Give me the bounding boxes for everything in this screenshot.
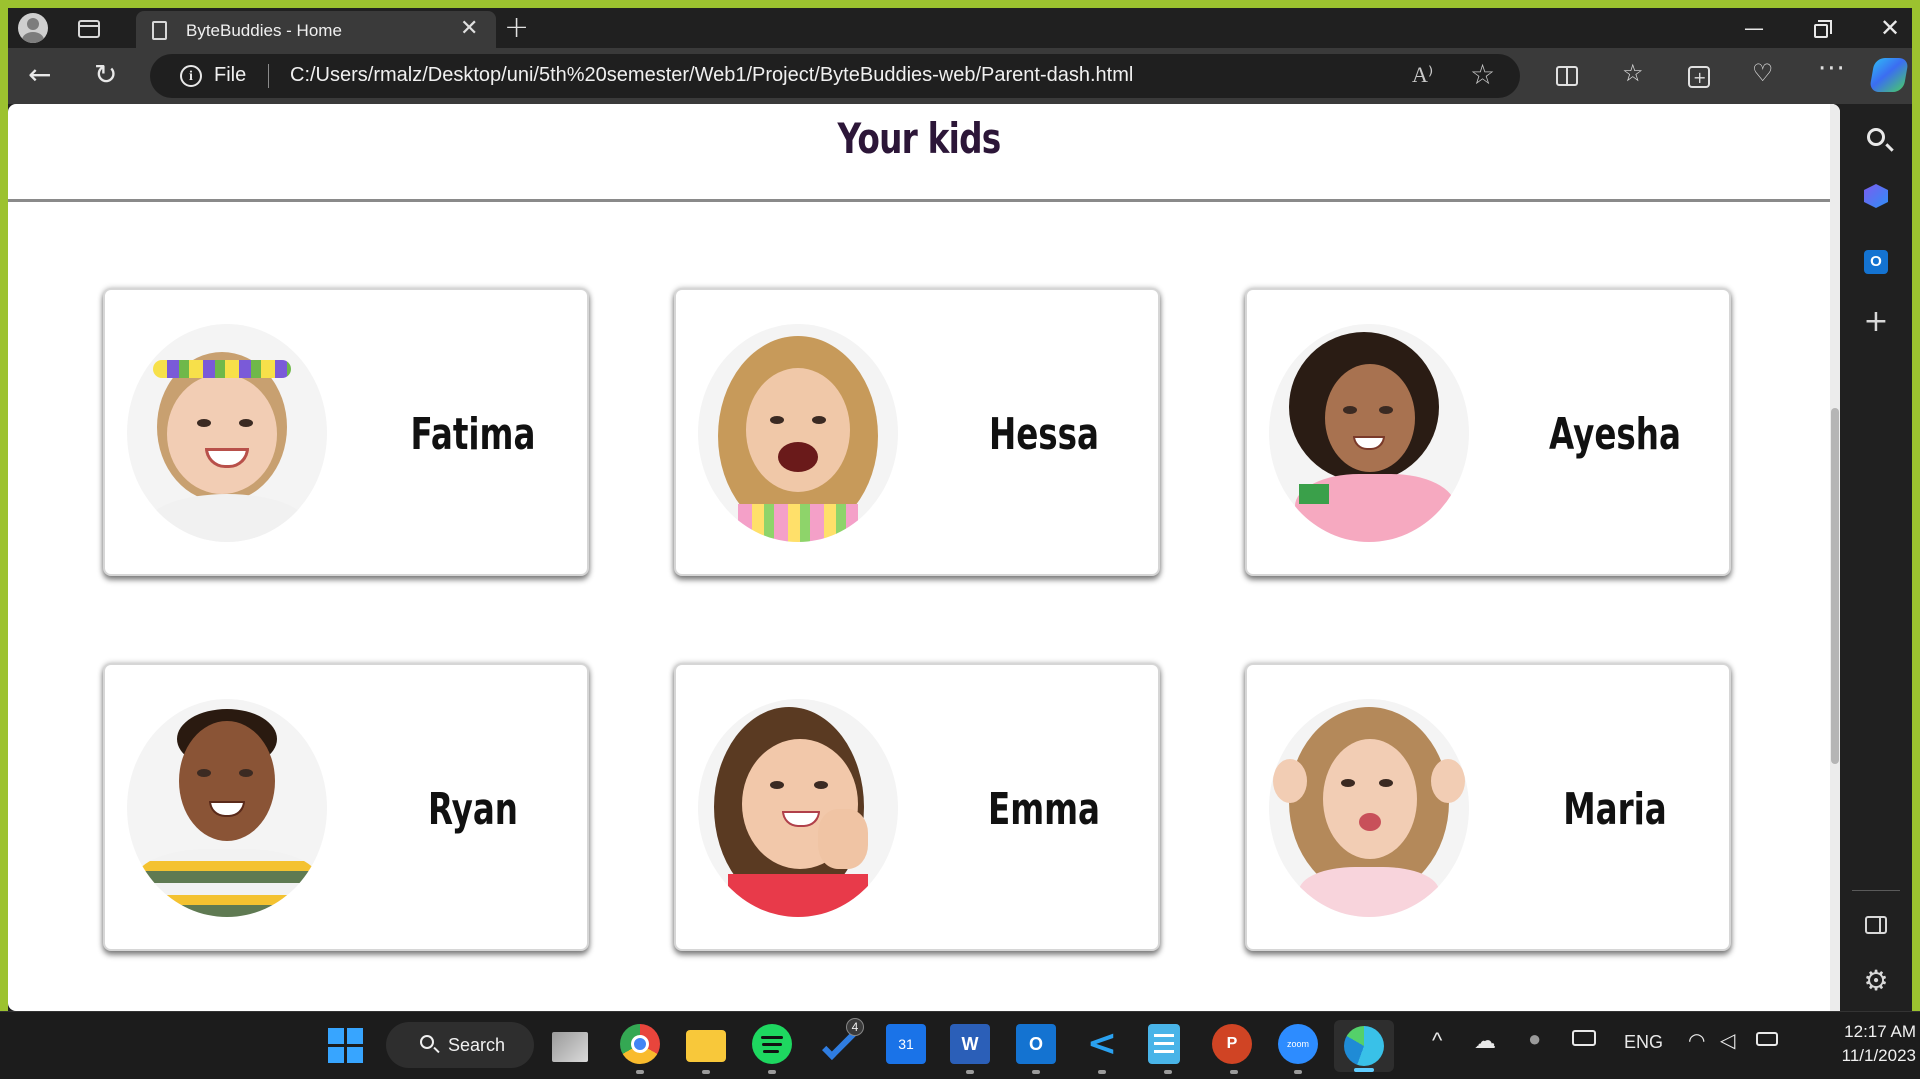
page-viewport: Your kids Fatima Hessa Ayesha Ryan Emma … xyxy=(8,104,1840,1011)
tab-actions-icon[interactable] xyxy=(78,20,100,38)
spotify-icon[interactable] xyxy=(752,1024,792,1064)
kid-name: Maria xyxy=(1563,783,1667,835)
task-view-icon[interactable] xyxy=(552,1032,588,1062)
running-indicator xyxy=(1164,1070,1172,1074)
onedrive-cloud-icon[interactable]: ☁ xyxy=(1474,1028,1496,1054)
taskbar-search[interactable]: Search xyxy=(386,1022,534,1068)
taskbar: Search 4 31 W O < P zoom ^ ☁ ● ENG ◠ ◁ 1… xyxy=(0,1011,1920,1079)
kid-photo xyxy=(1269,324,1469,542)
tab-bytebuddies-home[interactable]: ByteBuddies - Home ✕ xyxy=(136,11,496,48)
windows-start-icon[interactable] xyxy=(328,1028,364,1064)
kid-name: Ayesha xyxy=(1549,408,1681,460)
kid-card-ryan[interactable]: Ryan xyxy=(103,663,589,951)
search-icon xyxy=(420,1035,434,1049)
calendar-icon[interactable]: 31 xyxy=(886,1024,926,1064)
outlook-icon[interactable]: O xyxy=(1840,244,1912,274)
wifi-icon[interactable]: ◠ xyxy=(1688,1028,1705,1053)
reload-icon[interactable]: ↻ xyxy=(94,60,117,90)
running-indicator xyxy=(702,1070,710,1074)
search-icon[interactable] xyxy=(1840,124,1912,152)
heading-divider xyxy=(8,199,1830,202)
file-explorer-icon[interactable] xyxy=(686,1030,726,1062)
search-label: Search xyxy=(448,1035,506,1055)
add-favorite-star-icon[interactable]: ☆ xyxy=(1470,58,1495,91)
minimize-icon[interactable]: — xyxy=(1744,14,1764,42)
profile-avatar-icon[interactable] xyxy=(18,13,48,43)
running-indicator xyxy=(1294,1070,1302,1074)
running-indicator xyxy=(1098,1070,1106,1074)
page-title: Your kids xyxy=(837,114,1001,163)
clock-time: 12:17 AM xyxy=(1844,1022,1916,1041)
kid-photo xyxy=(698,699,898,917)
microphone-icon[interactable]: ● xyxy=(1528,1026,1541,1052)
powerpoint-icon[interactable]: P xyxy=(1212,1024,1252,1064)
settings-gear-icon[interactable]: ⚙ xyxy=(1840,964,1912,997)
kid-photo xyxy=(127,699,327,917)
word-icon[interactable]: W xyxy=(950,1024,990,1064)
address-bar[interactable]: i File C:/Users/rmalz/Desktop/uni/5th%20… xyxy=(150,54,1520,98)
todo-check-icon[interactable]: 4 xyxy=(818,1018,864,1064)
running-indicator xyxy=(1032,1070,1040,1074)
kid-photo xyxy=(127,324,327,542)
collections-icon[interactable] xyxy=(1688,63,1710,93)
running-indicator xyxy=(966,1070,974,1074)
show-hidden-icons-chevron-icon[interactable]: ^ xyxy=(1432,1028,1442,1054)
copilot-sidebar-icon[interactable] xyxy=(1840,184,1912,214)
address-separator xyxy=(268,64,269,88)
title-bar: ByteBuddies - Home ✕ + — ✕ xyxy=(8,8,1912,48)
browser-window: ByteBuddies - Home ✕ + — ✕ ← ↻ i File C:… xyxy=(8,8,1912,1011)
running-indicator xyxy=(1230,1070,1238,1074)
volume-icon[interactable]: ◁ xyxy=(1720,1028,1735,1053)
new-tab-plus-icon[interactable]: + xyxy=(504,11,529,45)
zoom-icon[interactable]: zoom xyxy=(1278,1024,1318,1064)
sidebar-divider xyxy=(1852,890,1900,891)
restore-icon[interactable] xyxy=(1814,20,1832,38)
chrome-icon[interactable] xyxy=(620,1024,660,1064)
keyboard-icon[interactable] xyxy=(1572,1030,1596,1046)
info-icon[interactable]: i xyxy=(180,65,202,87)
more-options-icon[interactable]: ··· xyxy=(1818,54,1846,84)
file-scheme-label: File xyxy=(214,64,247,86)
kid-card-emma[interactable]: Emma xyxy=(674,663,1160,951)
hide-sidebar-icon[interactable] xyxy=(1840,912,1912,940)
close-window-icon[interactable]: ✕ xyxy=(1880,14,1900,42)
favorites-icon[interactable]: ☆ xyxy=(1622,58,1644,88)
browser-toolbar: ← ↻ i File C:/Users/rmalz/Desktop/uni/5t… xyxy=(8,48,1912,104)
edge-taskbar-button[interactable] xyxy=(1334,1020,1394,1072)
kid-name: Ryan xyxy=(427,783,518,835)
add-sidebar-app-icon[interactable]: + xyxy=(1840,304,1912,339)
battery-icon[interactable] xyxy=(1756,1032,1778,1046)
running-indicator xyxy=(636,1070,644,1074)
notepad-icon[interactable] xyxy=(1148,1024,1180,1064)
kid-photo xyxy=(1269,699,1469,917)
edge-sidebar: O + ⚙ xyxy=(1840,104,1912,1011)
tab-close-icon[interactable]: ✕ xyxy=(460,17,478,41)
browser-essentials-icon[interactable]: ♡ xyxy=(1752,58,1774,88)
kid-name: Hessa xyxy=(988,408,1100,460)
kid-name: Emma xyxy=(987,783,1101,835)
clock-date: 11/1/2023 xyxy=(1841,1046,1916,1065)
page-icon xyxy=(152,21,167,40)
split-screen-icon[interactable] xyxy=(1556,66,1578,86)
notification-badge: 4 xyxy=(846,1018,864,1036)
running-indicator xyxy=(768,1070,776,1074)
kid-card-hessa[interactable]: Hessa xyxy=(674,288,1160,576)
kid-photo xyxy=(698,324,898,542)
kid-name: Fatima xyxy=(410,408,536,460)
back-arrow-icon[interactable]: ← xyxy=(28,60,51,90)
tab-title: ByteBuddies - Home xyxy=(186,21,342,40)
url-text[interactable]: C:/Users/rmalz/Desktop/uni/5th%20semeste… xyxy=(290,64,1133,87)
kid-card-ayesha[interactable]: Ayesha xyxy=(1245,288,1731,576)
read-aloud-icon[interactable]: A⁾ xyxy=(1412,62,1433,88)
kid-card-fatima[interactable]: Fatima xyxy=(103,288,589,576)
copilot-icon[interactable] xyxy=(1869,58,1909,92)
clock[interactable]: 12:17 AM 11/1/2023 xyxy=(1806,1020,1916,1068)
outlook-taskbar-icon[interactable]: O xyxy=(1016,1024,1056,1064)
language-indicator[interactable]: ENG xyxy=(1624,1032,1663,1053)
kid-card-maria[interactable]: Maria xyxy=(1245,663,1731,951)
vscode-icon[interactable]: < xyxy=(1082,1024,1122,1064)
scrollbar-thumb[interactable] xyxy=(1831,408,1839,764)
